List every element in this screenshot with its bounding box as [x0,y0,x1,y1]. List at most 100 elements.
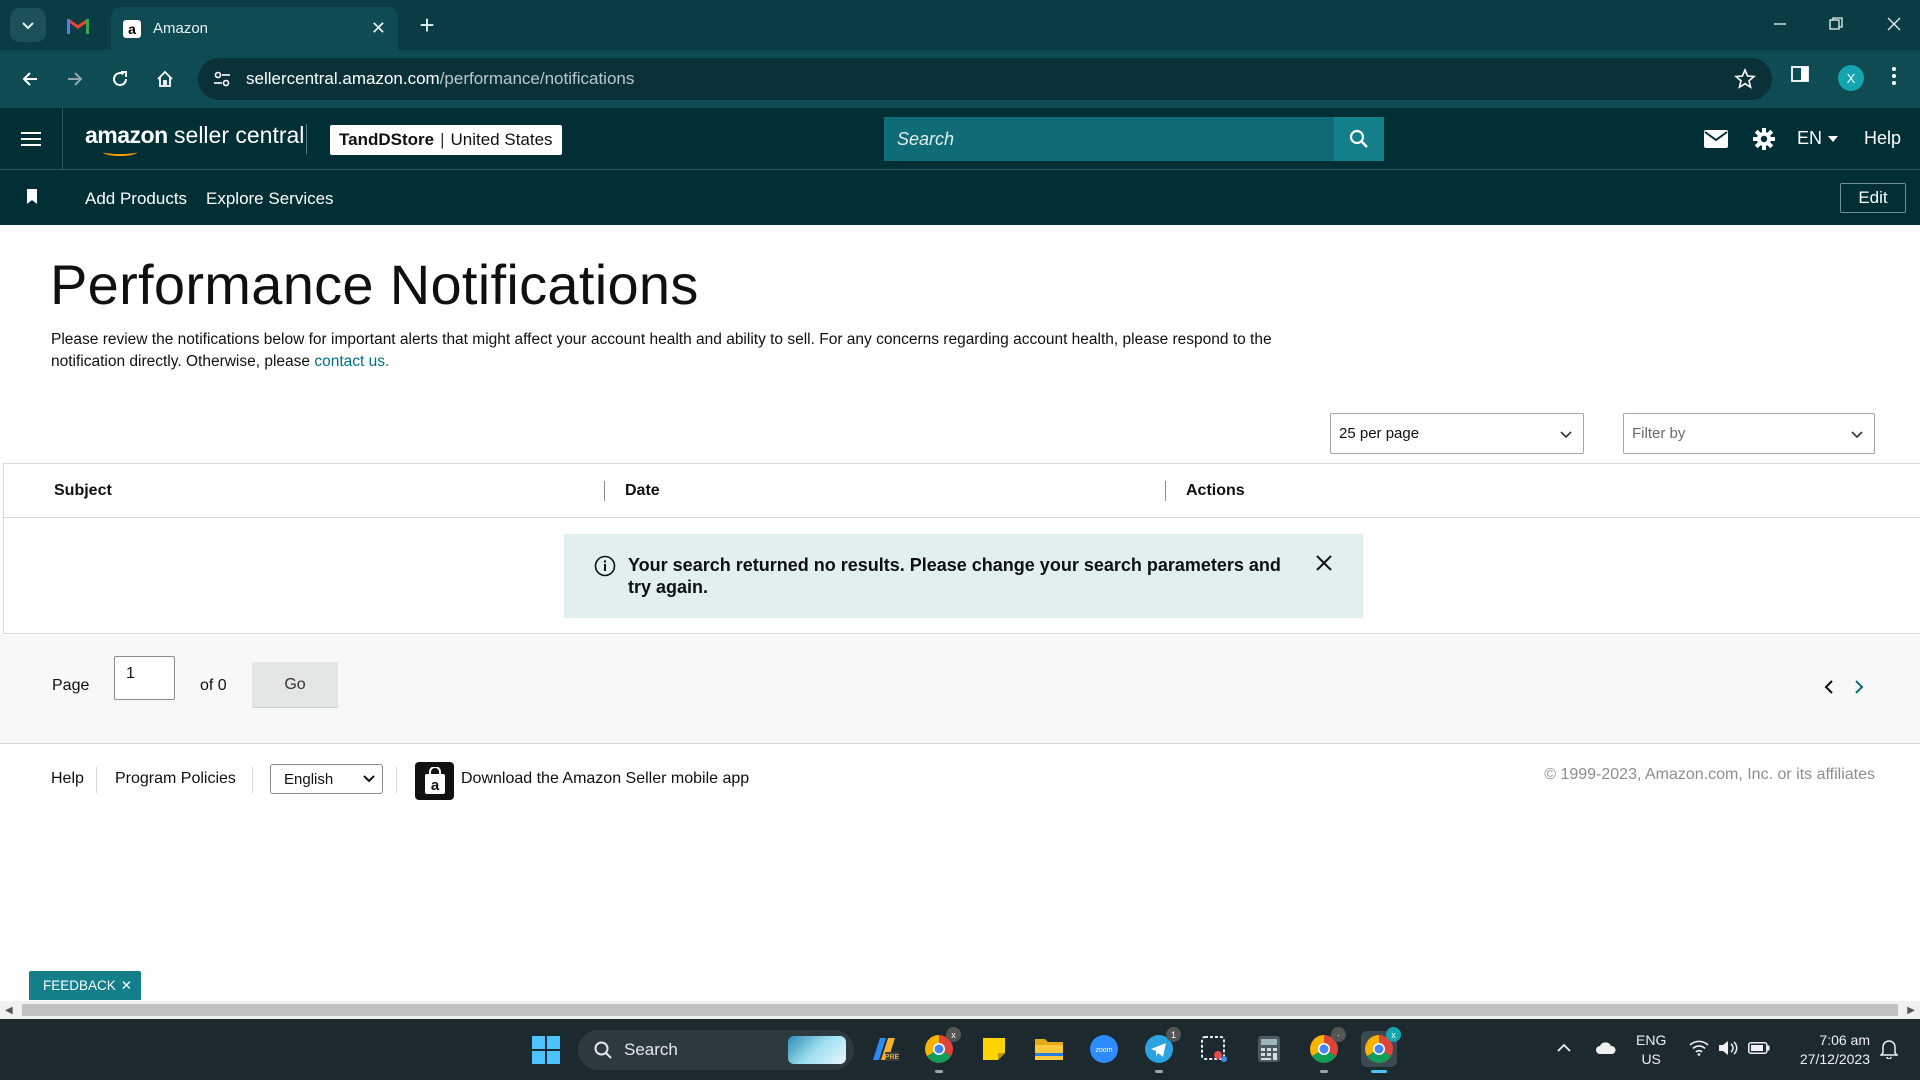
input-language-indicator[interactable]: ENG US [1636,1031,1666,1069]
svg-text:a: a [430,777,439,794]
address-bar[interactable]: sellercentral.amazon.com/performance/not… [198,58,1772,100]
intro-text: Please review the notifications below fo… [51,331,1272,370]
footer-language-select[interactable]: English [270,764,383,794]
footer-divider [396,767,397,793]
new-tab-button[interactable]: + [412,10,442,40]
active-tab[interactable]: a Amazon ✕ [111,7,398,50]
logo-amazon: amazon [85,122,168,148]
url-host: sellercentral.amazon.com [246,69,440,88]
page-footer: Help Program Policies English a Download… [0,745,1920,815]
pinned-gmail-tab[interactable] [62,10,94,42]
settings-gear-icon[interactable] [1752,127,1776,151]
shopping-bag-icon: a [424,767,445,794]
contact-us-link[interactable]: contact us. [314,353,389,370]
footer-program-policies-link[interactable]: Program Policies [115,770,236,788]
header-help-link[interactable]: Help [1864,128,1901,149]
hamburger-icon [21,132,41,146]
svg-text:zoom: zoom [1095,1047,1112,1054]
reload-button[interactable] [104,63,136,95]
onedrive-cloud-icon[interactable] [1595,1041,1617,1055]
feedback-button[interactable]: FEEDBACK ✕ [29,971,142,1000]
column-date[interactable]: Date [625,482,660,500]
logo-seller-central: seller central [167,122,305,148]
chevron-left-icon[interactable] [1822,679,1836,695]
volume-icon[interactable] [1718,1040,1738,1056]
header-search-button[interactable] [1334,117,1384,161]
column-subject[interactable]: Subject [54,482,112,500]
tab-search-dropdown[interactable] [10,8,46,42]
chevron-down-icon [1851,431,1863,439]
running-indicator [1320,1070,1328,1073]
scroll-left-arrow-icon[interactable]: ◀ [5,1005,13,1016]
tab-close-icon[interactable]: ✕ [371,18,386,39]
running-indicator [1155,1070,1163,1073]
taskbar-app-chrome-1[interactable]: x [921,1027,961,1073]
forward-button[interactable] [59,63,91,95]
taskbar-app-zoom[interactable]: zoom [1086,1031,1122,1067]
profile-avatar[interactable]: X [1838,65,1864,91]
mail-icon[interactable] [1704,130,1728,148]
taskbar-app-sticky-notes[interactable] [976,1031,1012,1067]
restore-button[interactable] [1816,8,1856,40]
minimize-button[interactable] [1760,8,1800,40]
taskbar-search[interactable]: Search [578,1030,854,1070]
calculator-icon [1258,1036,1280,1062]
per-page-select[interactable]: 25 per page [1330,413,1584,454]
download-app-link[interactable]: Download the Amazon Seller mobile app [461,770,749,788]
filter-by-select[interactable]: Filter by [1623,413,1875,454]
back-button[interactable] [14,63,46,95]
notification-bell-icon[interactable] [1880,1039,1898,1059]
taskbar-app-telegram[interactable]: 1 [1141,1027,1181,1073]
feedback-close-icon[interactable]: ✕ [121,978,132,994]
footer-help-link[interactable]: Help [51,770,84,788]
footer-language-value: English [284,770,334,788]
taskbar-clock[interactable]: 7:06 am 27/12/2023 [1790,1031,1870,1069]
nav-explore-services[interactable]: Explore Services [206,189,334,209]
clock-time: 7:06 am [1819,1032,1870,1048]
side-panel-icon[interactable] [1790,64,1810,84]
scroll-right-arrow-icon[interactable]: ▶ [1907,1005,1915,1016]
go-button[interactable]: Go [252,662,338,707]
header-search-input[interactable]: Search [884,117,1334,161]
chevron-down-icon [363,775,375,783]
battery-icon[interactable] [1748,1042,1770,1054]
chevron-up-icon[interactable] [1556,1042,1572,1054]
taskbar-app-file-explorer[interactable] [1031,1031,1067,1067]
column-divider [604,481,605,501]
store-switcher[interactable]: TandDStore | United States [330,125,562,155]
site-info-icon[interactable] [212,69,232,89]
url-path: /performance/notifications [439,69,635,88]
nav-add-products[interactable]: Add Products [85,189,187,209]
taskbar-app-copilot[interactable]: PRE [866,1031,902,1067]
taskbar-app-chrome-2[interactable]: · [1306,1027,1346,1073]
column-divider [1165,481,1166,501]
chevron-right-icon[interactable] [1852,679,1866,695]
telegram-unread-badge: 1 [1166,1027,1181,1042]
bookmark-star-icon[interactable] [1734,68,1756,90]
wifi-icon[interactable] [1689,1040,1709,1056]
minimize-icon [1774,23,1786,25]
amazon-smile-icon [103,148,137,156]
horizontal-scrollbar[interactable]: ◀ ▶ [0,1001,1920,1019]
scrollbar-thumb[interactable] [22,1004,1898,1016]
restore-icon [1829,17,1843,30]
more-vertical-icon[interactable] [1884,64,1904,88]
edit-bookmarks-button[interactable]: Edit [1840,183,1906,213]
language-selector[interactable]: EN [1797,128,1839,149]
close-icon[interactable] [1315,554,1333,572]
windows-start-icon[interactable] [532,1036,560,1064]
close-window-button[interactable] [1874,8,1914,40]
filter-placeholder: Filter by [1632,425,1686,442]
page-number-input[interactable]: 1 [114,656,175,700]
seller-central-logo[interactable]: amazon seller central [85,122,305,156]
taskbar-app-calculator[interactable] [1251,1031,1287,1067]
main-menu-button[interactable] [0,108,63,170]
home-button[interactable] [149,63,181,95]
amazon-favicon-icon: a [123,19,141,38]
seller-app-icon[interactable]: a [415,762,454,800]
taskbar-app-snipping-tool[interactable] [1196,1031,1232,1067]
bookmark-icon[interactable] [26,189,38,205]
column-actions[interactable]: Actions [1186,482,1245,500]
info-icon [594,555,616,577]
taskbar-app-chrome-3[interactable]: x [1361,1027,1401,1073]
